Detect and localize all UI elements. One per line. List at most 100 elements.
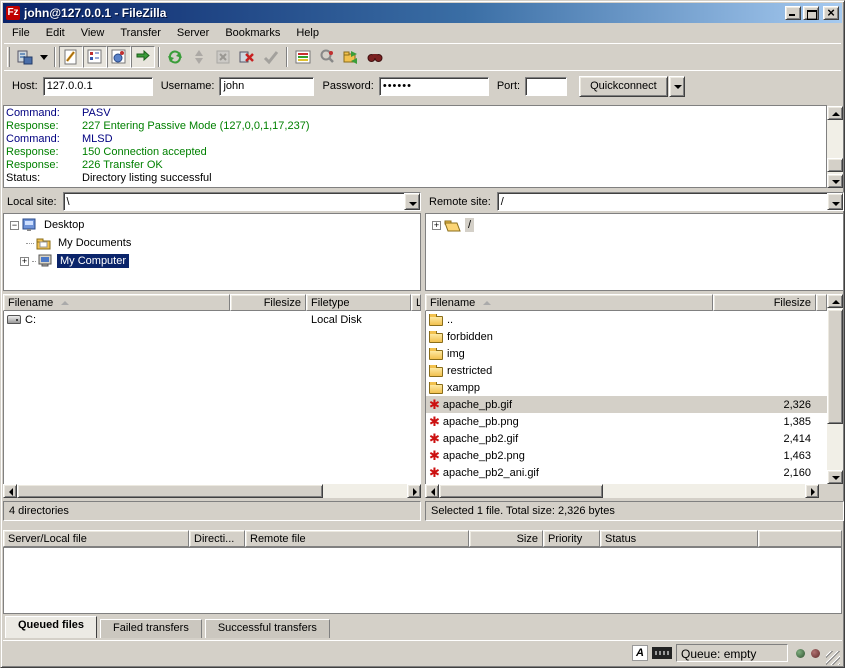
site-manager-button[interactable]	[13, 46, 37, 68]
remote-file-row-selected[interactable]: ✱apache_pb.gif 2,326	[426, 396, 827, 413]
cancel-operation-button[interactable]	[211, 46, 235, 68]
message-log-icon	[63, 49, 79, 65]
local-column-filename[interactable]: Filename	[3, 294, 230, 311]
collapse-icon[interactable]: −	[10, 221, 19, 230]
menu-edit[interactable]: Edit	[38, 25, 73, 41]
reconnect-button[interactable]	[259, 46, 283, 68]
expand-icon[interactable]: +	[432, 221, 441, 230]
queue-column-remote-file[interactable]: Remote file	[245, 530, 469, 547]
password-input[interactable]	[379, 77, 489, 96]
tab-queued-files[interactable]: Queued files	[5, 616, 97, 638]
synchronized-browsing-icon	[343, 49, 359, 65]
local-site-combobox[interactable]: \	[63, 192, 421, 211]
expand-icon[interactable]: +	[20, 257, 29, 266]
log-label: Command:	[6, 133, 82, 146]
remote-file-row[interactable]: forbidden	[426, 328, 827, 345]
remote-file-list[interactable]: .. forbidden img restricted xampp ✱apach…	[425, 311, 827, 484]
remote-file-row[interactable]: img	[426, 345, 827, 362]
tree-item-my-documents[interactable]: My Documents	[4, 234, 420, 252]
menu-view[interactable]: View	[73, 25, 113, 41]
remote-list-hscrollbar[interactable]	[425, 484, 819, 498]
message-log[interactable]: Command:PASV Response:227 Entering Passi…	[3, 105, 827, 188]
column-label: Priority	[548, 533, 582, 545]
maximize-button[interactable]	[803, 6, 819, 20]
find-files-button[interactable]	[363, 46, 387, 68]
tree-item-label[interactable]: My Documents	[55, 236, 134, 250]
remote-file-row[interactable]: ✱apache_pb2.gif 2,414	[426, 430, 827, 447]
file-name: apache_pb2.gif	[443, 433, 518, 445]
tree-item-label[interactable]: My Computer	[57, 254, 129, 268]
close-button[interactable]	[823, 6, 839, 20]
queue-column-size[interactable]: Size	[469, 530, 543, 547]
local-column-filetype[interactable]: Filetype	[306, 294, 411, 311]
menu-file[interactable]: File	[4, 25, 38, 41]
log-scrollbar[interactable]	[827, 106, 843, 188]
queue-column-direction[interactable]: Directi...	[189, 530, 245, 547]
username-input[interactable]	[219, 77, 314, 96]
toggle-message-log-button[interactable]	[59, 46, 83, 68]
file-size: 2,414	[714, 433, 817, 445]
remote-status-bar: Selected 1 file. Total size: 2,326 bytes	[425, 501, 844, 521]
local-list-hscrollbar[interactable]	[3, 484, 421, 498]
disconnect-button[interactable]	[235, 46, 259, 68]
remote-site-combobox[interactable]: /	[497, 192, 844, 211]
remote-column-filesize[interactable]: Filesize	[713, 294, 816, 311]
local-site-dropdown-icon[interactable]	[404, 193, 420, 210]
queue-column-priority[interactable]: Priority	[543, 530, 600, 547]
local-directory-tree[interactable]: − Desktop My Documents + My Computer	[3, 213, 421, 291]
local-file-row[interactable]: C: Local Disk	[4, 311, 421, 328]
column-label: Filename	[430, 297, 475, 309]
tree-item-root[interactable]: + /	[426, 216, 843, 234]
synchronized-browsing-button[interactable]	[339, 46, 363, 68]
menu-bookmarks[interactable]: Bookmarks	[217, 25, 288, 41]
tab-successful-transfers[interactable]: Successful transfers	[205, 619, 330, 638]
local-column-filesize[interactable]: Filesize	[230, 294, 306, 311]
local-column-lastmodified[interactable]: L	[411, 294, 421, 311]
port-input[interactable]	[525, 77, 567, 96]
quickconnect-dropdown-button[interactable]	[669, 76, 685, 97]
remote-file-row[interactable]: ✱apache_pb.png 1,385	[426, 413, 827, 430]
folder-icon	[429, 367, 443, 377]
remote-list-vscrollbar[interactable]	[827, 294, 843, 484]
transfer-queue-icon	[135, 49, 151, 65]
title-bar: Fz john@127.0.0.1 - FileZilla	[3, 3, 842, 23]
tree-item-my-computer[interactable]: + My Computer	[4, 252, 420, 270]
resize-grip[interactable]	[826, 651, 840, 665]
tab-failed-transfers[interactable]: Failed transfers	[100, 619, 202, 638]
toggle-transfer-queue-button[interactable]	[131, 46, 155, 68]
process-queue-button[interactable]	[187, 46, 211, 68]
remote-file-row[interactable]: restricted	[426, 362, 827, 379]
remote-directory-tree[interactable]: + /	[425, 213, 844, 291]
directory-listing-filters-button[interactable]	[291, 46, 315, 68]
column-label: Remote file	[250, 533, 306, 545]
directory-comparison-button[interactable]	[315, 46, 339, 68]
queue-column-status[interactable]: Status	[600, 530, 758, 547]
image-file-icon: ✱	[429, 449, 440, 462]
remote-file-row[interactable]: ✱apache_pb2_ani.gif 2,160	[426, 464, 827, 481]
site-manager-dropdown-button[interactable]	[37, 46, 51, 68]
toggle-local-tree-button[interactable]	[83, 46, 107, 68]
local-file-list[interactable]: C: Local Disk	[3, 311, 421, 484]
refresh-button[interactable]	[163, 46, 187, 68]
tree-item-label[interactable]: /	[465, 218, 474, 232]
remote-file-row[interactable]: xampp	[426, 379, 827, 396]
host-input[interactable]	[43, 77, 153, 96]
tree-item-label[interactable]: Desktop	[41, 218, 87, 232]
menu-server[interactable]: Server	[169, 25, 217, 41]
reconnect-icon	[263, 49, 279, 65]
menu-transfer[interactable]: Transfer	[112, 25, 169, 41]
drive-icon	[7, 315, 21, 324]
minimize-button[interactable]	[785, 6, 801, 20]
toggle-remote-tree-button[interactable]	[107, 46, 131, 68]
remote-file-row[interactable]: ✱apache_pb2.png 1,463	[426, 447, 827, 464]
log-text: Directory listing successful	[82, 172, 212, 185]
tree-connector	[26, 243, 34, 244]
remote-site-dropdown-icon[interactable]	[827, 193, 843, 210]
remote-file-row[interactable]: ..	[426, 311, 827, 328]
queue-column-server-local-file[interactable]: Server/Local file	[3, 530, 189, 547]
remote-column-filename[interactable]: Filename	[425, 294, 713, 311]
quickconnect-button[interactable]: Quickconnect	[579, 76, 668, 97]
transfer-queue-list[interactable]	[3, 547, 842, 614]
tree-item-desktop[interactable]: − Desktop	[4, 216, 420, 234]
menu-help[interactable]: Help	[288, 25, 327, 41]
